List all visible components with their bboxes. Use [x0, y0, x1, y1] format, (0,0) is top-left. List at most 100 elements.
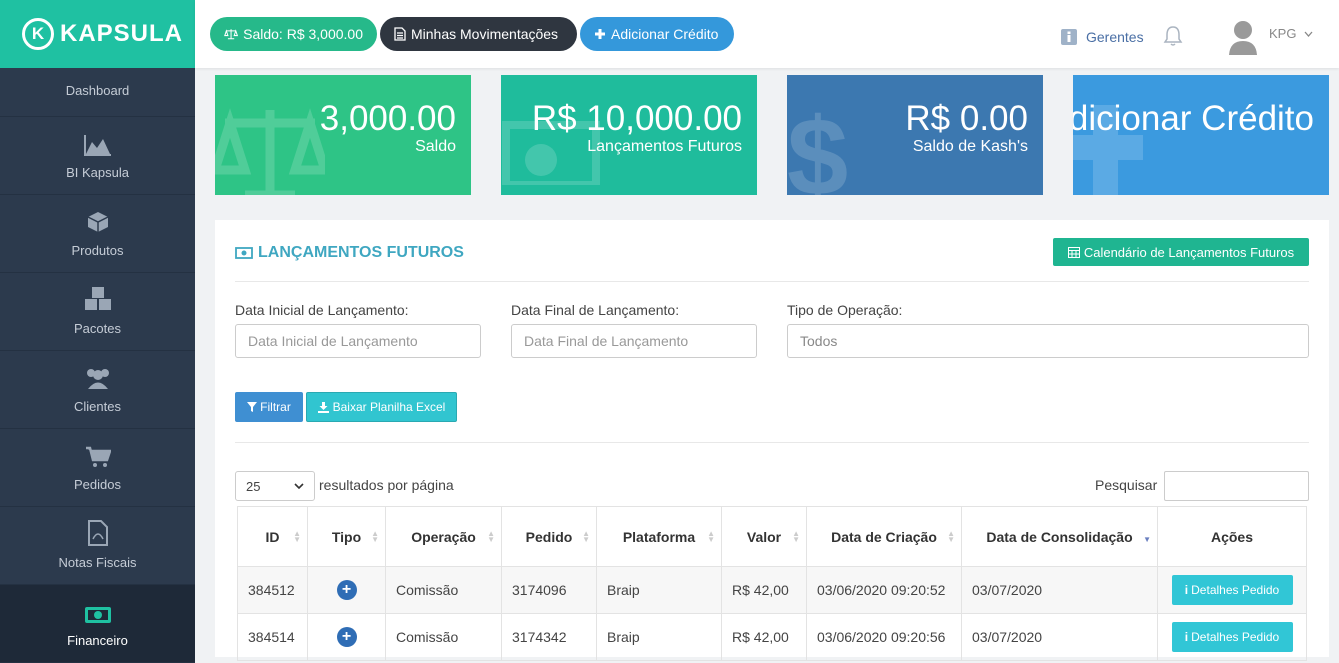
sort-icon: ▲ ▼	[487, 529, 495, 544]
bell-icon[interactable]	[1163, 25, 1183, 47]
cell-pedido: 3174342	[501, 613, 597, 661]
gerentes-label: Gerentes	[1086, 29, 1144, 45]
user-name: KPG	[1269, 26, 1297, 41]
info-icon: i	[1184, 583, 1189, 597]
card-saldo: 3,000.00 Saldo	[215, 75, 471, 195]
data-inicial-input[interactable]: Data Inicial de Lançamento	[235, 324, 481, 358]
sort-icon: ▲ ▼	[707, 529, 715, 544]
card-adicionar-value: Adicionar Crédito	[1073, 99, 1314, 138]
data-final-label: Data Final de Lançamento:	[511, 302, 680, 318]
tipo-operacao-input[interactable]: Todos	[787, 324, 1309, 358]
sidebar-item-produtos[interactable]: Produtos	[0, 195, 195, 273]
col-header-label: Plataforma	[622, 528, 696, 545]
card-saldo-kash: $ R$ 0.00 Saldo de Kash's	[787, 75, 1043, 195]
user-menu[interactable]: KPG	[1269, 26, 1313, 41]
chevron-down-icon	[294, 483, 304, 489]
data-inicial-label: Data Inicial de Lançamento:	[235, 302, 409, 318]
detalhes-pedido-button[interactable]: i Detalhes Pedido	[1171, 575, 1293, 605]
card-adicionar-credito[interactable]: Adicionar Crédito	[1073, 75, 1329, 195]
svg-text:$: $	[787, 105, 847, 195]
cell-id: 384512	[237, 566, 308, 614]
tipo-operacao-label: Tipo de Operação:	[787, 302, 903, 318]
sort-icon: ▲ ▼	[293, 529, 301, 544]
sidebar: K KAPSULA Dashboard BI Kapsula Produtos …	[0, 0, 195, 663]
col-header-data-consolidacao[interactable]: Data de Consolidação ▼	[961, 506, 1158, 567]
cell-tipo: +	[307, 613, 386, 661]
kapsula-logo-icon: K	[22, 18, 54, 50]
col-header-label: Data de Criação	[831, 528, 937, 545]
search-input[interactable]	[1164, 471, 1309, 501]
col-header-id[interactable]: ID ▲ ▼	[237, 506, 308, 567]
table-row: 384512 + Comissão 3174096 Braip R$ 42,00…	[237, 566, 1307, 614]
sidebar-item-dashboard[interactable]: Dashboard	[0, 68, 195, 117]
sidebar-item-pacotes[interactable]: Pacotes	[0, 273, 195, 351]
sort-icon: ▲ ▼	[582, 529, 590, 544]
download-icon	[317, 401, 329, 413]
cubes-icon	[84, 287, 111, 310]
cell-acoes: i Detalhes Pedido	[1157, 613, 1307, 661]
sort-icon: ▲ ▼	[371, 529, 379, 544]
saldo-button[interactable]: Saldo: R$ 3,000.00	[210, 17, 377, 51]
avatar[interactable]	[1226, 19, 1260, 55]
sidebar-item-notas-fiscais[interactable]: Notas Fiscais	[0, 507, 195, 585]
cell-plataforma: Braip	[596, 613, 722, 661]
sidebar-item-label: Clientes	[74, 399, 121, 414]
money-icon	[84, 607, 111, 623]
gerentes-link[interactable]: Gerentes	[1061, 29, 1144, 45]
sidebar-item-label: Pedidos	[74, 477, 121, 492]
minhas-movimentacoes-button[interactable]: Minhas Movimentações	[380, 17, 577, 51]
detalhes-label: Detalhes Pedido	[1191, 583, 1280, 597]
sidebar-item-financeiro[interactable]: Financeiro	[0, 585, 195, 663]
sidebar-item-label: Financeiro	[67, 633, 128, 648]
calendario-button[interactable]: Calendário de Lançamentos Futuros	[1053, 238, 1309, 266]
card-lancamentos-value: R$ 10,000.00	[531, 99, 742, 138]
topbar: Saldo: R$ 3,000.00 Minhas Movimentações …	[195, 0, 1339, 68]
balance-scale-icon	[215, 108, 325, 195]
panel-title: LANÇAMENTOS FUTUROS	[235, 244, 464, 262]
filtrar-button[interactable]: Filtrar	[235, 392, 303, 422]
lancamentos-panel: LANÇAMENTOS FUTUROS Calendário de Lançam…	[215, 220, 1329, 661]
sidebar-item-pedidos[interactable]: Pedidos	[0, 429, 195, 507]
chevron-down-icon	[1304, 31, 1313, 37]
col-header-operacao[interactable]: Operação ▲ ▼	[385, 506, 502, 567]
cell-data-criacao: 03/06/2020 09:20:52	[806, 566, 962, 614]
sort-desc-icon: ▼	[1143, 535, 1151, 544]
col-header-data-criacao[interactable]: Data de Criação ▲ ▼	[806, 506, 962, 567]
adicionar-credito-button[interactable]: Adicionar Crédito	[580, 17, 734, 51]
sidebar-item-bi-kapsula[interactable]: BI Kapsula	[0, 117, 195, 195]
card-lancamentos-futuros: R$ 10,000.00 Lançamentos Futuros	[501, 75, 757, 195]
baixar-excel-button[interactable]: Baixar Planilha Excel	[306, 392, 457, 422]
sidebar-item-label: BI Kapsula	[66, 165, 129, 180]
sidebar-item-label: Notas Fiscais	[58, 555, 137, 570]
brand-logo[interactable]: K KAPSULA	[0, 0, 195, 68]
cell-acoes: i Detalhes Pedido	[1157, 566, 1307, 614]
col-header-label: Data de Consolidação	[986, 528, 1133, 545]
col-header-valor[interactable]: Valor ▲ ▼	[721, 506, 807, 567]
col-header-plataforma[interactable]: Plataforma ▲ ▼	[596, 506, 722, 567]
sidebar-item-clientes[interactable]: Clientes	[0, 351, 195, 429]
sidebar-item-label: Dashboard	[65, 83, 130, 98]
panel-title-text: LANÇAMENTOS FUTUROS	[258, 244, 464, 261]
sidebar-item-label: Produtos	[71, 243, 124, 258]
cell-operacao: Comissão	[385, 566, 502, 614]
col-header-tipo[interactable]: Tipo ▲ ▼	[307, 506, 386, 567]
detalhes-pedido-button[interactable]: i Detalhes Pedido	[1171, 622, 1293, 652]
card-kash-label: Saldo de Kash's	[912, 138, 1028, 155]
sort-icon: ▲ ▼	[947, 529, 955, 544]
info-icon: i	[1184, 630, 1189, 644]
per-page-select[interactable]: 25	[235, 471, 315, 501]
table-row: 384514 + Comissão 3174342 Braip R$ 42,00…	[237, 613, 1307, 661]
col-header-pedido[interactable]: Pedido ▲ ▼	[501, 506, 597, 567]
money-icon	[235, 247, 253, 259]
lancamentos-table: ID ▲ ▼ Tipo ▲ ▼ Operação ▲ ▼ Pedido ▲ ▼ Platafor…	[237, 506, 1307, 661]
data-final-input[interactable]: Data Final de Lançamento	[511, 324, 757, 358]
card-saldo-label: Saldo	[415, 138, 456, 155]
plus-circle-icon: +	[336, 627, 357, 647]
plus-icon	[595, 29, 605, 39]
filter-icon	[247, 402, 258, 412]
col-header-label: Operação	[411, 528, 476, 545]
cell-pedido: 3174096	[501, 566, 597, 614]
cell-valor: R$ 42,00	[721, 613, 807, 661]
cell-plataforma: Braip	[596, 566, 722, 614]
cell-data-consolidacao: 03/07/2020	[961, 613, 1158, 661]
